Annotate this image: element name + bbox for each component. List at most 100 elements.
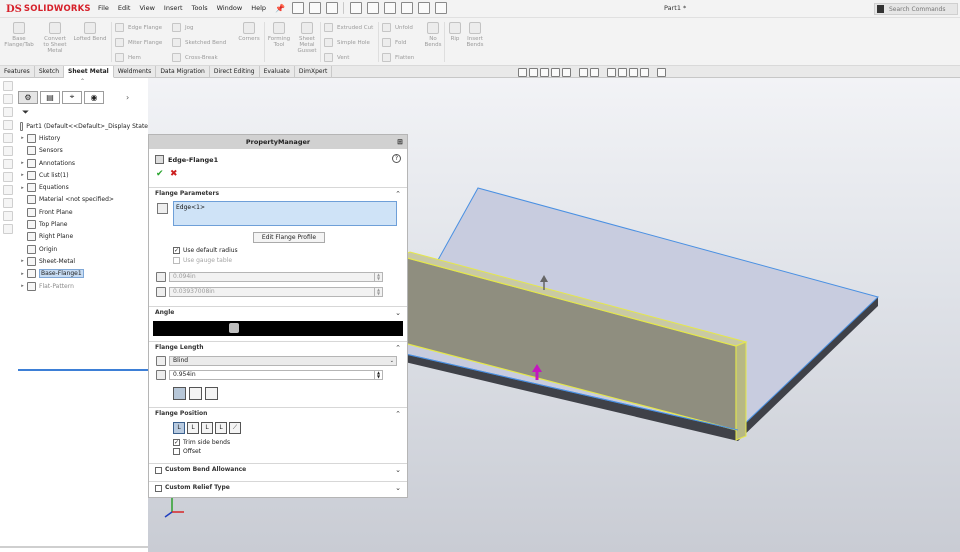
- tangent-to-bend-icon[interactable]: ⟋: [229, 422, 241, 434]
- tab-direct-editing[interactable]: Direct Editing: [210, 66, 260, 78]
- sketched-bend-button[interactable]: Sketched Bend: [172, 38, 226, 47]
- tree-item-equations[interactable]: ▸ Equations: [18, 181, 148, 193]
- custom-bend-allowance-checkbox[interactable]: Custom Bend Allowance: [155, 464, 246, 476]
- tree-item-history[interactable]: ▸ History: [18, 132, 148, 144]
- strip-icon[interactable]: [3, 185, 13, 195]
- property-manager-tab-icon[interactable]: ▤: [40, 90, 60, 104]
- tree-item-right-plane[interactable]: Right Plane: [18, 231, 148, 243]
- flange-parameters-header[interactable]: Flange Parameters ⌃: [149, 187, 407, 199]
- tab-sheet-metal[interactable]: Sheet Metal: [64, 66, 114, 78]
- end-condition-select[interactable]: Blind ⌄: [169, 356, 397, 366]
- flatten-button[interactable]: Flatten: [382, 53, 414, 62]
- tab-sketch[interactable]: Sketch: [35, 66, 65, 78]
- custom-relief-type-checkbox[interactable]: Custom Relief Type: [155, 482, 230, 494]
- tangent-bend-icon[interactable]: [205, 387, 218, 400]
- flange-length-header[interactable]: Flange Length ⌃: [149, 341, 407, 353]
- bend-outside-icon[interactable]: L: [201, 422, 213, 434]
- collapse-chevron-icon[interactable]: ⌃: [395, 188, 401, 200]
- apply-scene-icon[interactable]: [629, 68, 638, 77]
- open-document-icon[interactable]: [309, 2, 321, 14]
- cross-break-button[interactable]: Cross-Break: [172, 53, 218, 62]
- menu-window[interactable]: Window: [217, 4, 243, 13]
- expand-arrow-icon[interactable]: ▸: [18, 185, 27, 191]
- collapse-chevron-icon[interactable]: ⌃: [395, 342, 401, 354]
- zoom-to-area-icon[interactable]: [529, 68, 538, 77]
- feature-manager-tab-icon[interactable]: ⚙: [18, 90, 38, 104]
- tab-features[interactable]: Features: [0, 66, 35, 78]
- virtual-sharp-icon[interactable]: L: [215, 422, 227, 434]
- material-outside-icon[interactable]: L: [187, 422, 199, 434]
- tree-item-sensors[interactable]: Sensors: [18, 145, 148, 157]
- offset-checkbox[interactable]: Offset: [173, 448, 201, 455]
- base-flange-button[interactable]: Base Flange/Tab: [4, 22, 34, 48]
- undo-icon[interactable]: [367, 2, 379, 14]
- checkbox-unchecked-icon[interactable]: [155, 484, 162, 492]
- strip-icon[interactable]: [3, 211, 13, 221]
- expand-arrow-icon[interactable]: ▸: [18, 283, 27, 289]
- options-gear-icon[interactable]: [435, 2, 447, 14]
- vent-button[interactable]: Vent: [324, 53, 349, 62]
- custom-bend-allowance-header[interactable]: Custom Bend Allowance ⌄: [149, 463, 407, 475]
- lofted-bend-button[interactable]: Lofted Bend: [72, 22, 108, 42]
- tab-weldments[interactable]: Weldments: [114, 66, 157, 78]
- fold-button[interactable]: Fold: [382, 38, 406, 47]
- more-tabs-chevron-icon[interactable]: ›: [126, 93, 129, 102]
- view-orientation-icon[interactable]: [579, 68, 588, 77]
- flange-position-header[interactable]: Flange Position ⌃: [149, 407, 407, 419]
- edit-flange-profile-button[interactable]: Edit Flange Profile: [253, 232, 325, 243]
- expand-arrow-icon[interactable]: ▸: [18, 258, 27, 264]
- collapse-panel-icon[interactable]: ⌃: [80, 78, 85, 85]
- menu-insert[interactable]: Insert: [164, 4, 183, 13]
- tree-item-part[interactable]: Part1 (Default<<Default>_Display State: [18, 120, 148, 132]
- search-commands[interactable]: [874, 3, 958, 15]
- configuration-manager-tab-icon[interactable]: ⌖: [62, 90, 82, 104]
- strip-icon[interactable]: [3, 172, 13, 182]
- solidworks-logo[interactable]: DS SOLIDWORKS: [6, 2, 91, 16]
- ok-button[interactable]: ✔: [156, 169, 164, 179]
- rebuild-icon[interactable]: [401, 2, 413, 14]
- tree-item-front-plane[interactable]: Front Plane: [18, 206, 148, 218]
- menu-file[interactable]: File: [98, 4, 109, 13]
- jog-button[interactable]: Jog: [172, 23, 193, 32]
- tab-data-migration[interactable]: Data Migration: [156, 66, 210, 78]
- expand-arrow-icon[interactable]: ▸: [18, 172, 27, 178]
- zoom-to-fit-icon[interactable]: [518, 68, 527, 77]
- checkbox-checked-icon[interactable]: ✓: [173, 247, 180, 254]
- panel-resize-handle[interactable]: [0, 546, 148, 548]
- tree-item-sheet-metal[interactable]: ▸ Sheet-Metal: [18, 255, 148, 267]
- collapse-chevron-icon[interactable]: ⌄: [395, 482, 401, 494]
- simple-hole-button[interactable]: Simple Hole: [324, 38, 370, 47]
- strip-icon[interactable]: [3, 146, 13, 156]
- menu-tools[interactable]: Tools: [192, 4, 208, 13]
- extruded-cut-button[interactable]: Extruded Cut: [324, 23, 373, 32]
- rollback-bar[interactable]: [18, 369, 148, 371]
- print-icon[interactable]: [350, 2, 362, 14]
- strip-icon[interactable]: [3, 94, 13, 104]
- display-monitor-icon[interactable]: [657, 68, 666, 77]
- appearance-tab-icon[interactable]: ◉: [84, 90, 104, 104]
- save-icon[interactable]: [326, 2, 338, 14]
- corners-button[interactable]: Corners: [234, 22, 264, 42]
- tree-item-cut-list[interactable]: ▸ Cut list(1): [18, 169, 148, 181]
- filter-icon[interactable]: ⏷: [22, 108, 29, 118]
- checkbox-unchecked-icon[interactable]: [155, 466, 162, 474]
- flange-length-field[interactable]: 0.954in ▲ ▼: [169, 370, 383, 380]
- strip-icon[interactable]: [3, 133, 13, 143]
- convert-to-sheet-metal-button[interactable]: Convert to Sheet Metal: [40, 22, 70, 54]
- menu-edit[interactable]: Edit: [118, 4, 131, 13]
- expand-arrow-icon[interactable]: ▸: [18, 271, 27, 277]
- tab-evaluate[interactable]: Evaluate: [260, 66, 295, 78]
- view-settings-icon[interactable]: [640, 68, 649, 77]
- strip-icon[interactable]: [3, 198, 13, 208]
- angle-input-area[interactable]: [153, 321, 403, 336]
- sheet-metal-gusset-button[interactable]: Sheet Metal Gusset: [292, 22, 322, 54]
- hide-show-items-icon[interactable]: [607, 68, 616, 77]
- help-icon[interactable]: ?: [392, 154, 401, 163]
- strip-icon[interactable]: [3, 107, 13, 117]
- edge-flange-button[interactable]: Edge Flange: [115, 23, 162, 32]
- reverse-direction-icon[interactable]: [156, 356, 166, 366]
- outer-virtual-sharp-icon[interactable]: [173, 387, 186, 400]
- edit-appearance-icon[interactable]: [618, 68, 627, 77]
- tab-dimxpert[interactable]: DimXpert: [295, 66, 333, 78]
- collapse-chevron-icon[interactable]: ⌃: [395, 408, 401, 420]
